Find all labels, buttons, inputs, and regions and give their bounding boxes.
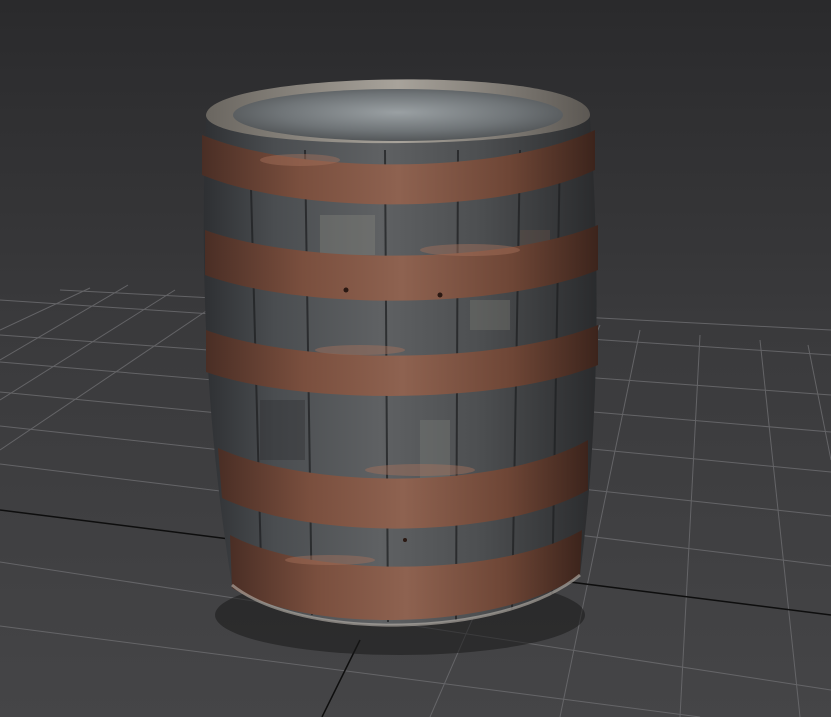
viewport-scene[interactable] xyxy=(0,0,831,717)
barrel-lid xyxy=(233,89,563,141)
barrel-icon[interactable] xyxy=(202,79,598,627)
3d-viewport[interactable] xyxy=(0,0,831,717)
